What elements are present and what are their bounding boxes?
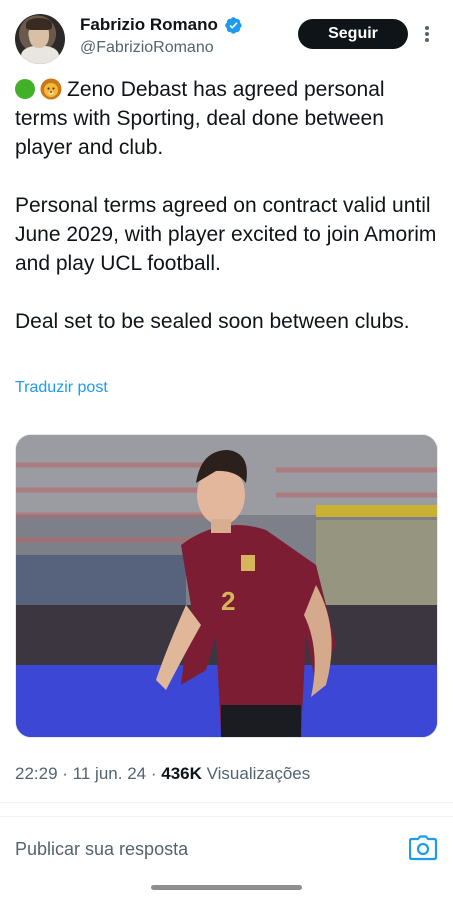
- avatar[interactable]: [15, 14, 65, 64]
- home-indicator[interactable]: [151, 885, 302, 890]
- author-name[interactable]: Fabrizio Romano: [80, 15, 218, 35]
- views-count: 436K: [161, 764, 202, 783]
- green-circle-emoji-icon: [15, 79, 35, 99]
- lion-emoji-icon: [40, 78, 62, 100]
- camera-icon[interactable]: [409, 835, 437, 861]
- tweet-media-image[interactable]: 2: [15, 434, 438, 738]
- tweet-text: Zeno Debast has agreed personal terms wi…: [15, 75, 440, 336]
- tweet-paragraph: Personal terms agreed on contract valid …: [15, 194, 437, 275]
- tweet-date[interactable]: 11 jun. 24: [73, 764, 146, 783]
- tweet-time[interactable]: 22:29: [15, 764, 58, 783]
- divider: [0, 816, 453, 817]
- tweet-paragraph: Deal set to be sealed soon between clubs…: [15, 310, 410, 333]
- more-options-icon[interactable]: [420, 22, 434, 46]
- translate-post-link[interactable]: Traduzir post: [15, 379, 108, 397]
- divider: [0, 802, 453, 803]
- follow-button[interactable]: Seguir: [298, 19, 408, 49]
- author-name-row[interactable]: Fabrizio Romano: [80, 15, 243, 35]
- views-label: Visualizações: [206, 764, 311, 783]
- reply-input[interactable]: [15, 834, 395, 864]
- verified-badge-icon: [225, 16, 242, 34]
- tweet-meta: 22:29 · 11 jun. 24 · 436K Visualizações: [15, 764, 311, 783]
- football-player-photo: 2: [16, 435, 437, 737]
- tweet-header: Fabrizio Romano @FabrizioRomano Seguir: [0, 0, 453, 70]
- svg-text:2: 2: [221, 586, 235, 616]
- author-handle[interactable]: @FabrizioRomano: [80, 39, 214, 57]
- tweet-paragraph: Zeno Debast has agreed personal terms wi…: [15, 78, 385, 159]
